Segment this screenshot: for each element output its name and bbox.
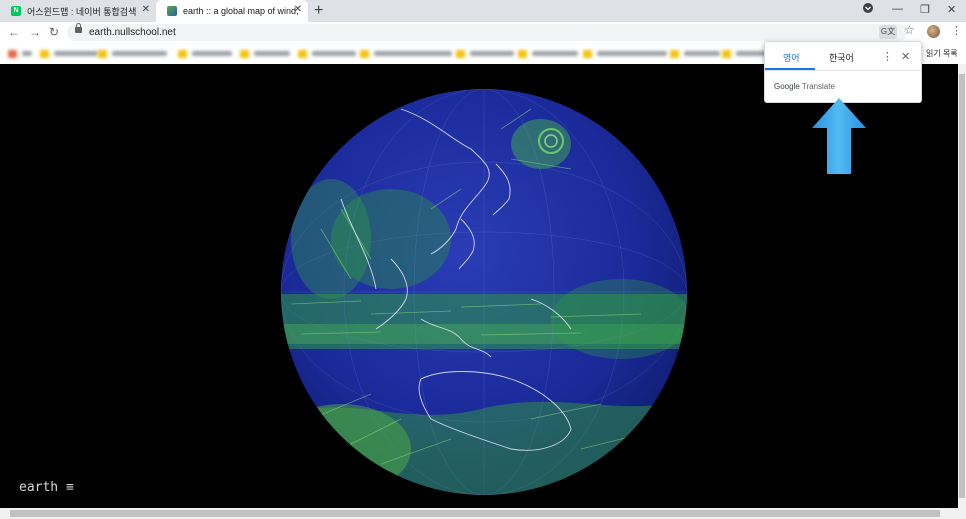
tab-title: earth :: a global map of wind, w bbox=[183, 6, 301, 16]
vertical-scroll-thumb[interactable] bbox=[959, 74, 965, 498]
tab-source-language[interactable]: 영어 bbox=[783, 51, 800, 64]
vertical-scrollbar[interactable] bbox=[958, 64, 966, 508]
url-text: earth.nullschool.net bbox=[89, 27, 176, 38]
popup-divider bbox=[765, 70, 921, 71]
tab-target-language[interactable]: 한국어 bbox=[829, 51, 854, 64]
bookmark-item[interactable] bbox=[670, 49, 720, 58]
bookmark-item[interactable] bbox=[178, 49, 232, 58]
bookmark-item[interactable] bbox=[40, 49, 98, 58]
restore-icon[interactable]: ❐ bbox=[920, 3, 930, 16]
address-bar[interactable]: earth.nullschool.net bbox=[67, 23, 907, 41]
bookmark-item[interactable] bbox=[518, 49, 578, 58]
back-icon[interactable]: ← bbox=[8, 25, 20, 39]
bookmark-item[interactable] bbox=[98, 49, 167, 58]
new-tab-icon[interactable]: + bbox=[314, 2, 323, 20]
bookmark-item[interactable] bbox=[298, 49, 356, 58]
popup-close-icon[interactable]: ✕ bbox=[901, 50, 910, 63]
tab-title: 어스윈드맵 : 네이버 통합검색 bbox=[27, 6, 137, 17]
translate-icon[interactable]: G文 bbox=[879, 25, 897, 39]
minimize-icon[interactable]: — bbox=[892, 3, 903, 15]
earth-favicon-icon bbox=[167, 6, 177, 16]
browser-toolbar: ← → ↻ earth.nullschool.net bbox=[0, 22, 966, 43]
horizontal-scroll-thumb[interactable] bbox=[10, 510, 940, 517]
popup-more-icon[interactable]: ⋮ bbox=[882, 50, 893, 63]
profile-avatar[interactable] bbox=[927, 25, 940, 38]
reload-icon[interactable]: ↻ bbox=[49, 25, 59, 39]
bookmark-item[interactable] bbox=[360, 49, 452, 58]
earth-menu-button[interactable]: earth ≡ bbox=[19, 480, 74, 495]
bookmark-item[interactable] bbox=[456, 49, 514, 58]
tab-search-icon[interactable] bbox=[862, 2, 874, 17]
star-icon[interactable]: ☆ bbox=[904, 23, 915, 37]
bookmark-item[interactable] bbox=[722, 49, 770, 58]
more-icon[interactable]: ⋮ bbox=[951, 24, 962, 37]
bookmark-item[interactable] bbox=[583, 49, 667, 58]
wind-globe[interactable] bbox=[281, 89, 687, 495]
tab-earth-nullschool[interactable]: earth :: a global map of wind, w ✕ bbox=[156, 0, 308, 22]
bookmark-item[interactable] bbox=[240, 49, 290, 58]
up-arrow-icon bbox=[812, 98, 866, 174]
forward-icon[interactable]: → bbox=[29, 25, 41, 39]
window-close-icon[interactable]: ✕ bbox=[947, 3, 956, 16]
lock-icon bbox=[75, 23, 82, 33]
horizontal-scrollbar[interactable] bbox=[0, 508, 966, 519]
translate-popup: 영어 한국어 ⋮ ✕ Google Translate bbox=[764, 41, 922, 103]
tab-close-icon[interactable]: ✕ bbox=[142, 4, 150, 15]
reading-list-button[interactable]: 읽기 목록 bbox=[926, 48, 958, 59]
tab-close-icon[interactable]: ✕ bbox=[294, 4, 302, 15]
bookmark-item[interactable] bbox=[8, 49, 32, 58]
naver-favicon-icon: N bbox=[11, 6, 21, 16]
tab-naver-search[interactable]: N 어스윈드맵 : 네이버 통합검색 ✕ bbox=[0, 0, 156, 22]
google-translate-logo: Google Translate bbox=[774, 82, 835, 91]
tab-strip: N 어스윈드맵 : 네이버 통합검색 ✕ earth :: a global m… bbox=[0, 0, 966, 22]
